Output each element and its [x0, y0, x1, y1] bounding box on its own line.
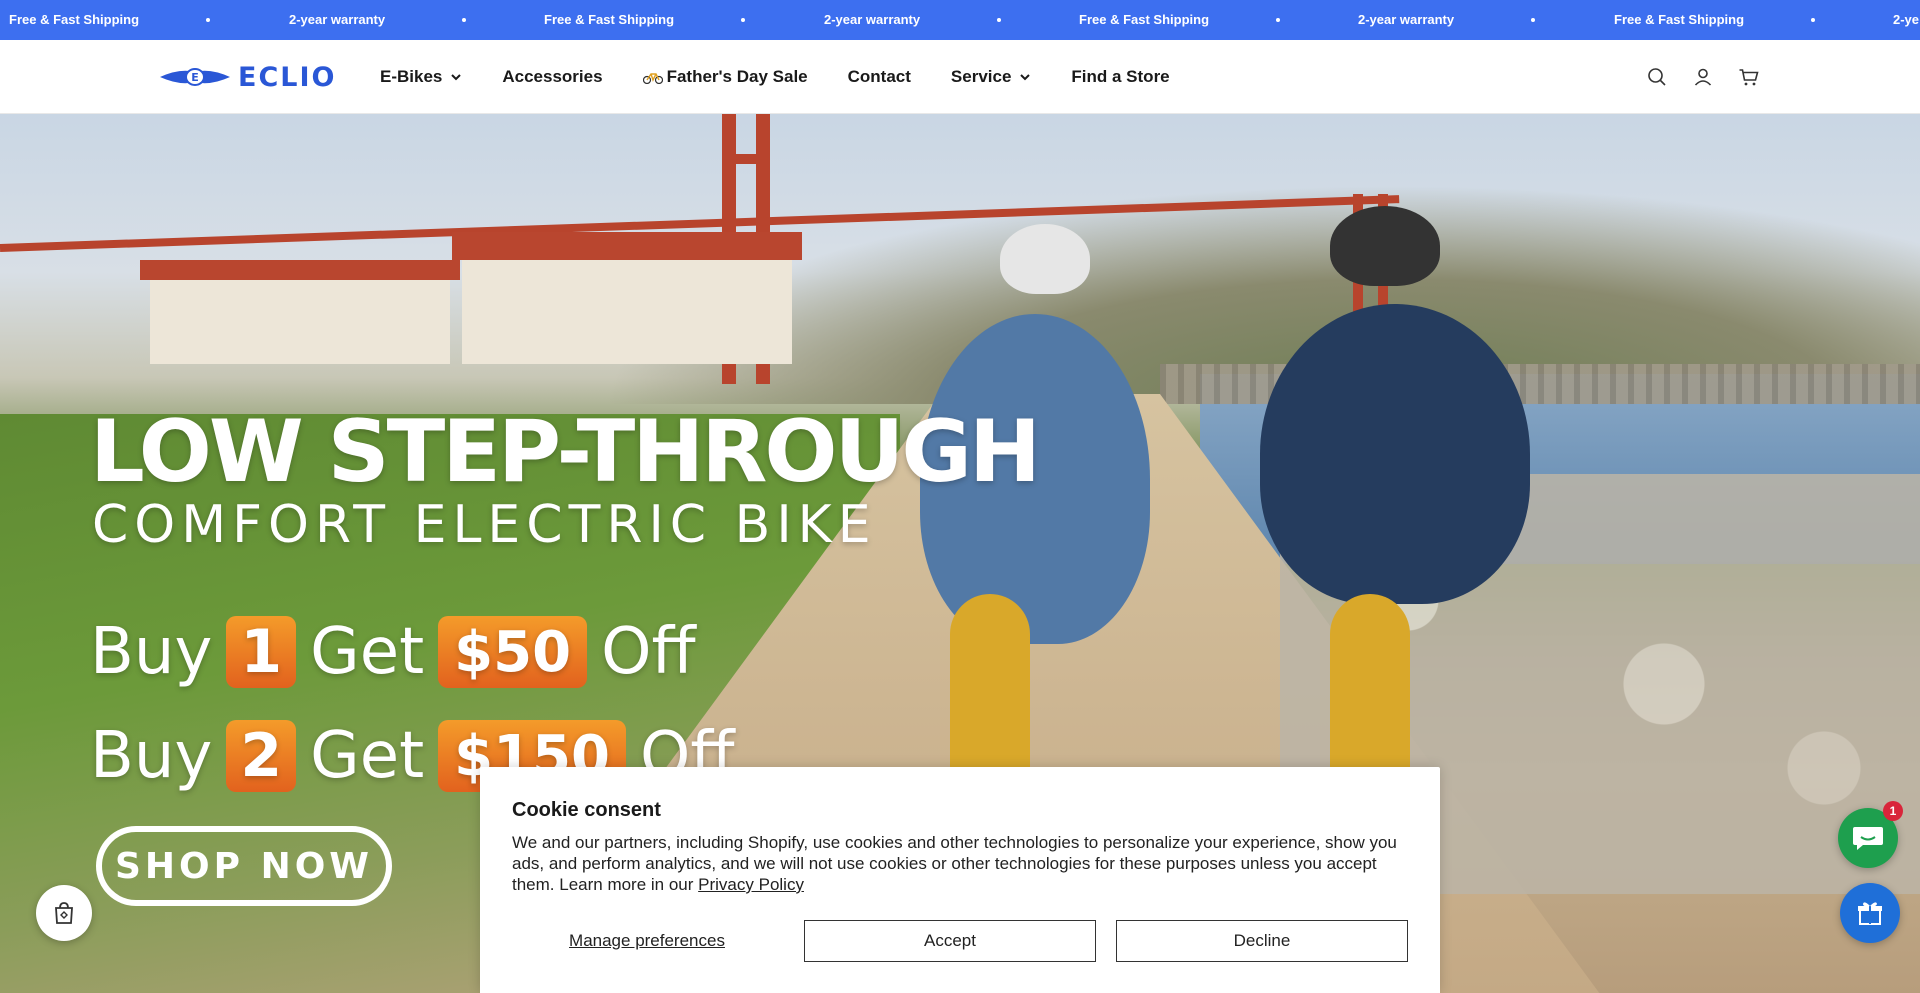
cart-icon[interactable]	[1738, 66, 1760, 88]
nav-service[interactable]: Service	[951, 67, 1032, 87]
offer-buy-text: Buy	[90, 719, 213, 793]
offer-get-text: Get	[310, 719, 425, 793]
offer-line-1: Buy 1 Get $50 Off	[90, 616, 696, 688]
bridge-crossbar	[722, 154, 770, 164]
logo-text: ECLIO	[238, 61, 337, 93]
offer-qty-badge: 1	[226, 616, 297, 688]
announcement-item: 2-ye	[1893, 12, 1920, 27]
nav-label: Father's Day Sale	[666, 67, 808, 86]
separator-dot	[1276, 18, 1280, 22]
cookie-actions: Manage preferences Accept Decline	[512, 920, 1408, 962]
announcement-item: 2-year warranty	[289, 12, 386, 27]
chat-notification-badge: 1	[1883, 801, 1903, 821]
nav-label: Find a Store	[1071, 67, 1170, 86]
offer-get-text: Get	[310, 615, 425, 689]
shopping-bag-icon	[55, 902, 73, 924]
nav-ebikes[interactable]: E-Bikes	[380, 67, 462, 87]
svg-text:E: E	[191, 71, 199, 84]
nav-label: Accessories	[502, 67, 603, 86]
manage-preferences-link[interactable]: Manage preferences	[512, 931, 782, 951]
announcement-bar: Free & Fast Shipping 2-year warranty Fre…	[0, 0, 1920, 40]
separator-dot	[1531, 18, 1535, 22]
header-actions	[1646, 66, 1760, 88]
account-icon[interactable]	[1692, 66, 1714, 88]
separator-dot	[741, 18, 745, 22]
offer-qty-badge: 2	[226, 720, 297, 792]
nav-label: Contact	[847, 67, 911, 86]
search-icon[interactable]	[1646, 66, 1668, 88]
rider-helmet	[1000, 224, 1090, 294]
shop-app-widget-button[interactable]	[36, 885, 92, 941]
main-nav: E-Bikes Accessories Father's Day Sale Co…	[380, 40, 1210, 114]
hero-building-roof	[140, 260, 460, 280]
chevron-down-icon	[451, 74, 462, 81]
hero-subtitle: COMFORT ELECTRIC BIKE	[92, 495, 877, 555]
chat-bubble-icon	[1853, 827, 1883, 850]
rider-helmet	[1330, 206, 1440, 286]
nav-find-a-store[interactable]: Find a Store	[1071, 67, 1169, 87]
announcement-item: Free & Fast Shipping	[1614, 12, 1745, 27]
announcement-item: Free & Fast Shipping	[544, 12, 675, 27]
nav-label: Service	[950, 67, 1012, 86]
offer-amount-badge: $50	[438, 616, 588, 688]
separator-dot	[997, 18, 1001, 22]
announcement-item: 2-year warranty	[1358, 12, 1455, 27]
separator-dot	[462, 18, 466, 22]
privacy-policy-link[interactable]: Privacy Policy	[698, 875, 804, 894]
announcement-item: Free & Fast Shipping	[1079, 12, 1210, 27]
hero-building	[462, 254, 792, 364]
decline-button[interactable]: Decline	[1116, 920, 1408, 962]
nav-contact[interactable]: Contact	[848, 67, 911, 87]
hero-building-roof	[452, 232, 802, 260]
brand-logo[interactable]: E ECLIO	[160, 61, 337, 93]
hero-title: LOW STEP-THROUGH	[90, 402, 1041, 502]
shop-now-button[interactable]: SHOP NOW	[96, 826, 392, 906]
accept-button[interactable]: Accept	[804, 920, 1096, 962]
announcement-item: Free & Fast Shipping	[9, 12, 140, 27]
gift-rewards-button[interactable]	[1840, 883, 1900, 943]
site-header: E ECLIO E-Bikes Accessories Father's Day…	[0, 40, 1920, 114]
cookie-consent-banner: Cookie consent We and our partners, incl…	[480, 767, 1440, 993]
nav-label: E-Bikes	[380, 67, 443, 86]
rider-man	[1260, 304, 1530, 604]
bicycle-icon	[642, 73, 663, 84]
offer-buy-text: Buy	[90, 615, 213, 689]
nav-fathers-day-sale[interactable]: Father's Day Sale	[642, 67, 808, 87]
announcement-item: 2-year warranty	[824, 12, 921, 27]
separator-dot	[1811, 18, 1815, 22]
separator-dot	[206, 18, 210, 22]
logo-wing-icon: E	[160, 68, 230, 86]
offer-off-text: Off	[601, 615, 696, 689]
chevron-down-icon	[1020, 74, 1031, 81]
cookie-description-text: We and our partners, including Shopify, …	[512, 833, 1397, 894]
hero-building	[150, 274, 450, 364]
cookie-description: We and our partners, including Shopify, …	[512, 832, 1408, 895]
gift-icon	[1858, 902, 1882, 925]
nav-accessories[interactable]: Accessories	[502, 67, 602, 87]
cookie-title: Cookie consent	[512, 799, 661, 821]
